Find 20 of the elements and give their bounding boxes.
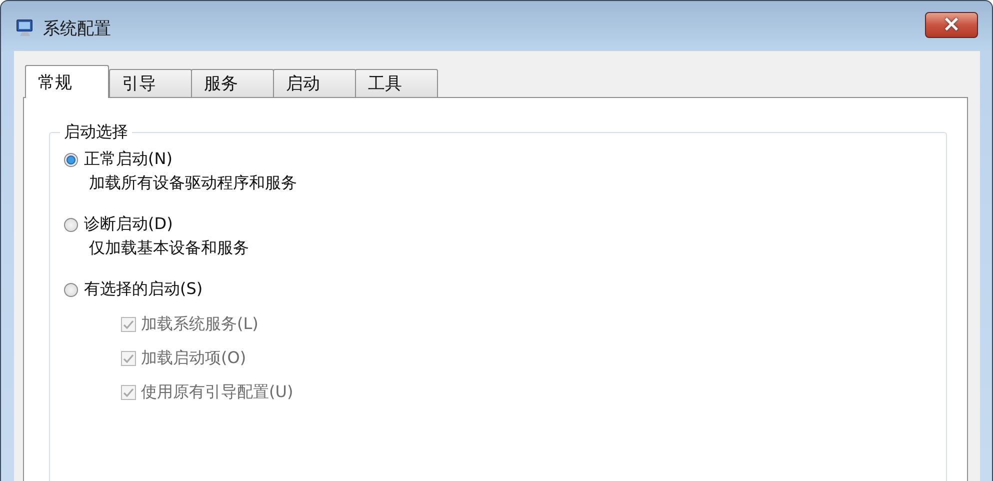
tab[interactable]: 服务 bbox=[191, 69, 274, 98]
tab[interactable]: 常规 bbox=[25, 65, 109, 98]
checkbox-label: 加载启动项(O) bbox=[141, 348, 246, 369]
window-title: 系统配置 bbox=[43, 18, 112, 40]
group-title: 启动选择 bbox=[63, 122, 129, 143]
radio-button[interactable] bbox=[64, 218, 78, 232]
radio-label: 诊断启动(D) bbox=[84, 214, 173, 235]
close-button[interactable]: × bbox=[925, 12, 978, 38]
radio-button[interactable] bbox=[64, 152, 78, 166]
radio-label: 正常启动(N) bbox=[84, 149, 172, 170]
monitor-icon bbox=[15, 18, 35, 38]
option-description: 仅加载基本设备和服务 bbox=[89, 238, 250, 259]
checkbox-label: 使用原有引导配置(U) bbox=[141, 382, 294, 403]
tab[interactable]: 引导 bbox=[109, 69, 192, 98]
radio-label: 有选择的启动(S) bbox=[84, 279, 203, 300]
option-description: 加载所有设备驱动程序和服务 bbox=[89, 173, 298, 194]
tab[interactable]: 启动 bbox=[273, 69, 356, 98]
checkbox-label: 加载系统服务(L) bbox=[141, 314, 258, 335]
tab[interactable]: 工具 bbox=[355, 69, 438, 98]
radio-button[interactable] bbox=[64, 282, 78, 296]
